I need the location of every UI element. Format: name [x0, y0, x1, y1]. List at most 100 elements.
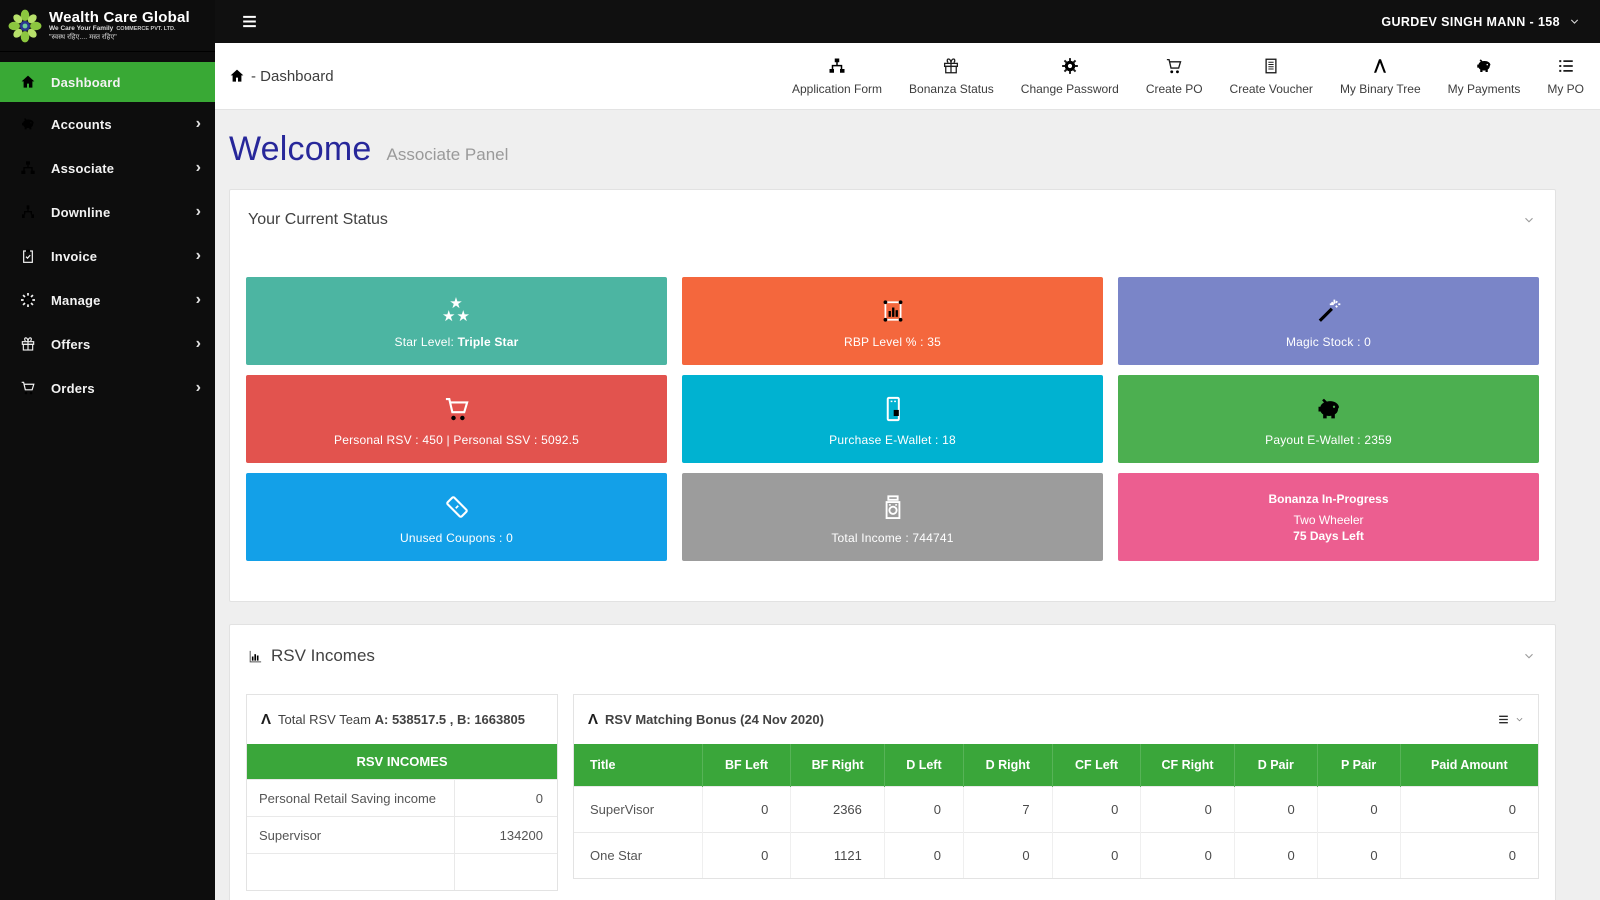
nav-my-payments[interactable]: My Payments — [1448, 57, 1521, 96]
cell-value: 0 — [884, 787, 963, 833]
tile-label: Total Income : 744741 — [831, 531, 953, 545]
card-title-text: Total RSV Team A: 538517.5 , B: 1663805 — [278, 712, 525, 727]
nav-label: My Payments — [1448, 82, 1521, 96]
nav-create-voucher[interactable]: Create Voucher — [1230, 57, 1313, 96]
binary-tree-icon — [1371, 57, 1389, 75]
welcome-heading: Welcome Associate Panel — [229, 130, 1556, 169]
income-value — [455, 854, 557, 891]
cell-value: 2366 — [791, 787, 885, 833]
card-title-values: A: 538517.5 , B: 1663805 — [375, 712, 525, 727]
breadcrumb[interactable]: - Dashboard — [229, 68, 334, 85]
nav-label: Bonanza Status — [909, 82, 994, 96]
status-tile-unused-coupons: Unused Coupons : 0 — [246, 473, 667, 561]
piggy-bank-icon — [1475, 57, 1493, 75]
wallet-icon — [879, 392, 907, 426]
rsv-incomes-panel: RSV Incomes Λ Total RSV Team A: 538517.5… — [229, 624, 1556, 900]
cell-value: 0 — [1052, 833, 1141, 879]
collapse-panel-button[interactable] — [1521, 212, 1537, 228]
sidebar-item-orders[interactable]: Orders › — [0, 366, 215, 410]
piggy-bank-icon — [1315, 392, 1343, 426]
sidebar-item-associate[interactable]: Associate › — [0, 146, 215, 190]
status-tile-purchase-ewallet: Purchase E-Wallet : 18 — [682, 375, 1103, 463]
income-value: 0 — [455, 780, 557, 817]
brand-flower-icon — [8, 9, 42, 43]
tile-label: Personal RSV : 450 | Personal SSV : 5092… — [334, 433, 579, 447]
sidebar-item-downline[interactable]: Downline › — [0, 190, 215, 234]
hamburger-menu-button[interactable] — [240, 12, 259, 31]
total-rsv-team-card: Λ Total RSV Team A: 538517.5 , B: 166380… — [246, 694, 558, 891]
status-tile-rbp-level: RBP Level % : 35 — [682, 277, 1103, 365]
status-tile-personal-rsv: Personal RSV : 450 | Personal SSV : 5092… — [246, 375, 667, 463]
income-label: Supervisor — [247, 817, 455, 854]
piggy-bank-icon — [16, 116, 40, 132]
cell-title: SuperVisor — [574, 787, 702, 833]
cell-value: 1121 — [791, 833, 885, 879]
page-subtitle: Associate Panel — [386, 145, 508, 165]
card-title: Λ RSV Matching Bonus (24 Nov 2020) — [588, 712, 824, 727]
table-menu-button[interactable] — [1497, 713, 1524, 726]
sidebar: Wealth Care Global We Care Your FamilyCO… — [0, 0, 215, 900]
panel-title: Your Current Status — [248, 211, 388, 229]
nav-change-password[interactable]: Change Password — [1021, 57, 1119, 96]
nav-label: Create PO — [1146, 82, 1203, 96]
chevron-down-icon — [1523, 214, 1535, 226]
sidebar-item-label: Accounts — [51, 117, 196, 132]
column-header: Paid Amount — [1400, 744, 1538, 787]
nav-my-binary-tree[interactable]: My Binary Tree — [1340, 57, 1421, 96]
bonanza-item: Two Wheeler — [1293, 513, 1363, 527]
sidebar-menu: Dashboard Accounts › Associate › Downlin… — [0, 52, 215, 410]
quick-nav: Application Form Bonanza Status Change P… — [792, 57, 1584, 96]
column-header: CF Left — [1052, 744, 1141, 787]
chevron-right-icon: › — [196, 204, 201, 220]
status-tile-magic-stock: Magic Stock : 0 — [1118, 277, 1539, 365]
chevron-right-icon: › — [196, 116, 201, 132]
table-title: RSV INCOMES — [247, 744, 557, 780]
income-value: 134200 — [455, 817, 557, 854]
nav-label: My Binary Tree — [1340, 82, 1421, 96]
nav-my-po[interactable]: My PO — [1547, 57, 1584, 96]
column-header: D Right — [963, 744, 1052, 787]
sidebar-item-label: Associate — [51, 161, 196, 176]
sidebar-item-manage[interactable]: Manage › — [0, 278, 215, 322]
cell-value: 0 — [963, 833, 1052, 879]
user-dropdown[interactable]: GURDEV SINGH MANN - 158 — [1381, 15, 1580, 29]
sidebar-item-dashboard[interactable]: Dashboard — [0, 62, 215, 102]
card-header: Λ Total RSV Team A: 538517.5 , B: 166380… — [247, 695, 557, 744]
cell-value: 0 — [1052, 787, 1141, 833]
cart-icon — [443, 392, 471, 426]
rsv-panel-body: Λ Total RSV Team A: 538517.5 , B: 166380… — [230, 678, 1555, 900]
cell-value: 0 — [1317, 787, 1400, 833]
chevron-down-icon — [1569, 16, 1580, 27]
sidebar-item-label: Dashboard — [51, 75, 201, 90]
bonanza-title: Bonanza In-Progress — [1268, 492, 1388, 506]
brand-logo[interactable]: Wealth Care Global We Care Your FamilyCO… — [0, 0, 215, 52]
card-title: Λ Total RSV Team A: 538517.5 , B: 166380… — [261, 712, 525, 727]
panel-header: Your Current Status — [230, 190, 1555, 241]
brand-tagline-text: We Care Your Family — [49, 25, 113, 32]
brand-title: Wealth Care Global — [49, 10, 190, 26]
column-header: Title — [574, 744, 702, 787]
column-header: BF Left — [702, 744, 791, 787]
bonanza-days-left: 75 Days Left — [1293, 529, 1364, 543]
cell-value: 0 — [1317, 833, 1400, 879]
table-row — [247, 854, 557, 891]
cash-register-icon — [879, 490, 907, 524]
sidebar-item-label: Manage — [51, 293, 196, 308]
chevron-down-icon — [1515, 715, 1524, 724]
sidebar-item-accounts[interactable]: Accounts › — [0, 102, 215, 146]
collapse-panel-button[interactable] — [1521, 648, 1537, 664]
nav-bonanza-status[interactable]: Bonanza Status — [909, 57, 994, 96]
sidebar-item-offers[interactable]: Offers › — [0, 322, 215, 366]
nav-create-po[interactable]: Create PO — [1146, 57, 1203, 96]
nav-application-form[interactable]: Application Form — [792, 57, 882, 96]
breadcrumb-label: - Dashboard — [251, 68, 334, 85]
income-label: Personal Retail Saving income — [247, 780, 455, 817]
tile-label-prefix: Star Level: — [395, 335, 458, 349]
page: Wealth Care Global We Care Your FamilyCO… — [0, 0, 1600, 900]
sitemap-icon — [16, 160, 40, 176]
chevron-right-icon: › — [196, 160, 201, 176]
sidebar-item-invoice[interactable]: Invoice › — [0, 234, 215, 278]
chevron-right-icon: › — [196, 380, 201, 396]
chevron-right-icon: › — [196, 248, 201, 264]
card-title-text: RSV Matching Bonus (24 Nov 2020) — [605, 712, 824, 727]
